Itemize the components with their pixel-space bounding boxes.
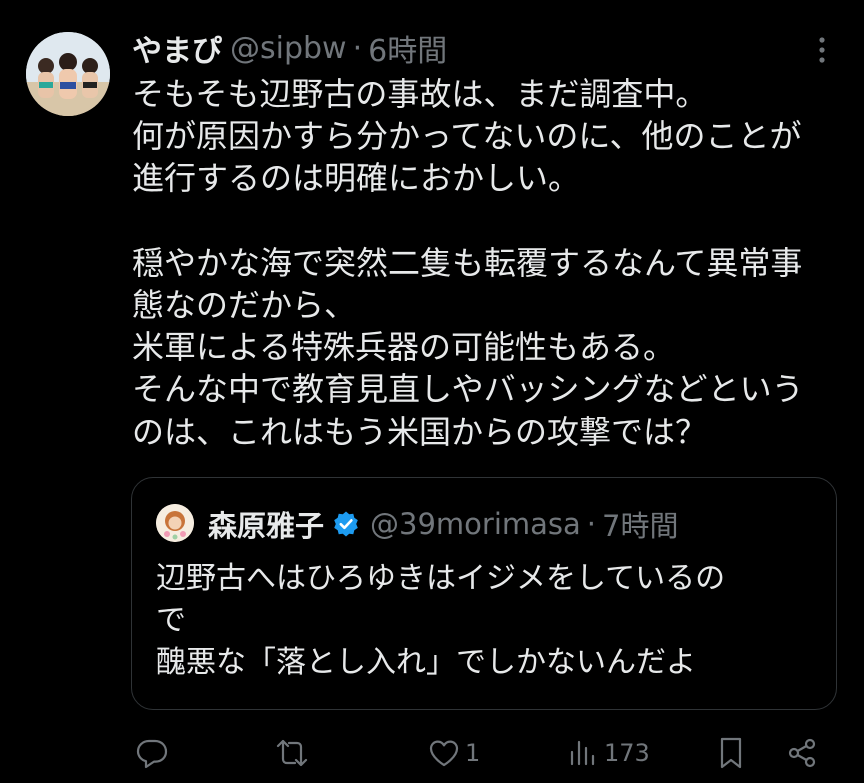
quoted-post-card[interactable]: 森原雅子 @39morimasa · 7時間 辺野古へはひろゆきはイジメをしてい… — [131, 477, 837, 710]
post-header: やまぴ @sipbw · 6時間 — [132, 26, 447, 70]
quoted-author-avatar[interactable] — [156, 504, 194, 542]
quoted-author-handle: @39morimasa — [370, 507, 581, 541]
quoted-header-separator: · — [586, 507, 597, 541]
quoted-post-text: 辺野古へはひろゆきはイジメをしているの で 醜悪な「落とし入れ」でしかないんだよ — [156, 558, 816, 684]
views-button[interactable]: 173 — [566, 730, 650, 776]
action-bar: 1 173 — [0, 730, 864, 776]
post-text-line: 態なのだから、 — [132, 285, 357, 324]
more-options-button[interactable] — [808, 32, 836, 68]
views-count: 173 — [604, 739, 650, 767]
post-text-line: 米軍による特殊兵器の可能性もある。 — [132, 328, 676, 367]
like-icon — [429, 740, 459, 767]
verified-icon — [332, 510, 360, 538]
post-timestamp[interactable]: 6時間 — [368, 26, 447, 70]
quoted-text-line: 辺野古へはひろゆきはイジメをしているの — [156, 561, 726, 596]
quoted-author-display-name: 森原雅子 — [208, 509, 325, 543]
author-handle[interactable]: @sipbw — [230, 31, 347, 66]
reply-icon — [136, 739, 168, 769]
more-icon — [819, 37, 825, 63]
bookmark-button[interactable] — [715, 730, 747, 776]
header-separator: · — [352, 30, 363, 66]
quoted-post-timestamp: 7時間 — [602, 509, 679, 543]
share-button[interactable] — [785, 730, 819, 776]
author-display-name[interactable]: やまぴ — [132, 26, 222, 70]
retweet-icon — [276, 739, 308, 767]
retweet-button[interactable] — [273, 730, 311, 776]
quoted-post-header: 森原雅子 @39morimasa · 7時間 — [208, 502, 678, 546]
post-text-line: 進行するのは明確におかしい。 — [132, 159, 581, 198]
post-text-line: のは、これはもう米国からの攻撃では？ — [132, 412, 708, 451]
like-button[interactable]: 1 — [427, 730, 480, 776]
post-text-line — [132, 200, 842, 242]
views-icon — [570, 740, 595, 766]
reply-button[interactable] — [134, 730, 170, 776]
like-count: 1 — [465, 739, 481, 767]
post-text-line: 何が原因かすら分かってないのに、他のことが — [132, 117, 802, 156]
quoted-text-line: で — [156, 603, 186, 638]
author-avatar[interactable] — [26, 32, 110, 116]
bookmark-icon — [720, 737, 742, 769]
quoted-text-line: 醜悪な「落とし入れ」でしかないんだよ — [156, 645, 696, 680]
post-text-line: そんな中で教育見直しやバッシングなどという — [132, 370, 804, 409]
post-text: そもそも辺野古の事故は、まだ調査中。 何が原因かすら分かってないのに、他のことが… — [132, 73, 842, 453]
post-text-line: 穏やかな海で突然二隻も転覆するなんて異常事 — [132, 243, 803, 282]
share-icon — [788, 738, 816, 768]
post-text-line: そもそも辺野古の事故は、まだ調査中。 — [132, 75, 708, 113]
